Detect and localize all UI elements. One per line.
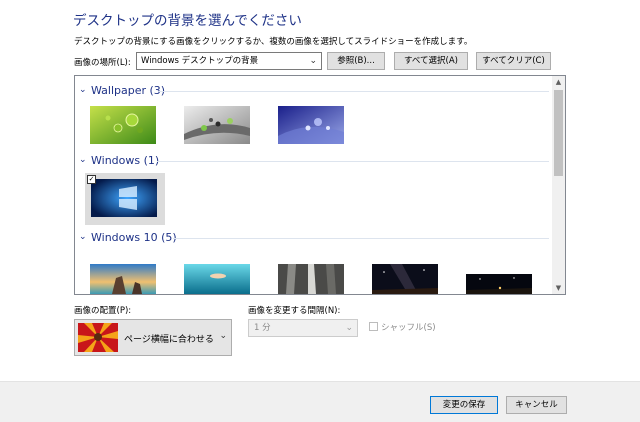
position-value: ページ横幅に合わせる [124,335,214,345]
interval-dropdown[interactable]: 1 分 ⌄ [248,319,358,337]
beach-rocks-thumbnail[interactable] [90,264,156,294]
waterfall-thumbnail[interactable] [278,264,344,294]
clear-all-button[interactable]: すべてクリア(C) [476,52,551,70]
page-title: デスクトップの背景を選んでください [73,13,302,29]
group-header-windows[interactable]: ⌄ Windows (1) [75,154,553,168]
save-button[interactable]: 変更の保存 [430,396,498,414]
group-name: Windows 10 (5) [91,231,177,244]
group-divider [157,161,549,162]
checkmark-icon: ✓ [88,175,95,183]
collapse-chevron-icon[interactable]: ⌄ [79,155,87,165]
location-label: 画像の場所(L): [74,58,131,68]
chevron-down-icon: ⌄ [219,331,227,341]
fill-preview-icon [78,323,118,352]
group-header-wallpaper[interactable]: ⌄ Wallpaper (3) [75,84,553,98]
shuffle-label: シャッフル(S) [381,323,436,333]
page-subtitle: デスクトップの背景にする画像をクリックするか、複数の画像を選択してスライドショー… [74,37,473,47]
wallpaper-list[interactable]: ⌄ Wallpaper (3) ⌄ Windows (1) ✓ ⌄ Window… [74,75,566,295]
group-header-windows10[interactable]: ⌄ Windows 10 (5) [75,231,553,245]
chevron-down-icon: ⌄ [345,323,353,333]
cancel-button[interactable]: キャンセル [506,396,567,414]
interval-value: 1 分 [254,323,271,333]
blue-bubbles-thumbnail[interactable] [278,106,344,144]
interval-label: 画像を変更する間隔(N): [248,306,341,316]
position-label: 画像の配置(P): [74,306,132,316]
location-dropdown[interactable]: Windows デスクトップの背景 ⌄ [136,52,322,70]
scroll-up-icon[interactable]: ▲ [552,76,565,88]
group-divider [173,238,549,239]
group-name: Wallpaper (3) [91,84,166,97]
checkbox-icon[interactable] [369,322,378,331]
silver-bubbles-thumbnail[interactable] [184,106,250,144]
group-name: Windows (1) [91,154,160,167]
shuffle-checkbox[interactable]: シャッフル(S) [369,321,436,333]
night-sky-thumbnail[interactable] [372,264,438,294]
group-divider [159,91,549,92]
position-dropdown[interactable]: ページ横幅に合わせる ⌄ [74,319,232,356]
underwater-swimmer-thumbnail[interactable] [184,264,250,294]
windows-hero-thumbnail[interactable] [91,179,157,217]
browse-button[interactable]: 参照(B)... [327,52,385,70]
location-value: Windows デスクトップの背景 [141,56,259,66]
select-all-button[interactable]: すべて選択(A) [394,52,468,70]
scroll-down-icon[interactable]: ▼ [552,282,565,294]
starry-horizon-thumbnail[interactable] [466,274,532,294]
collapse-chevron-icon[interactable]: ⌄ [79,85,87,95]
selected-checkbox[interactable]: ✓ [87,175,96,184]
green-bubbles-thumbnail[interactable] [90,106,156,144]
chevron-down-icon: ⌄ [309,56,317,66]
scrollbar-thumb[interactable] [554,90,563,176]
vertical-scrollbar[interactable]: ▲ ▼ [552,76,565,294]
collapse-chevron-icon[interactable]: ⌄ [79,232,87,242]
